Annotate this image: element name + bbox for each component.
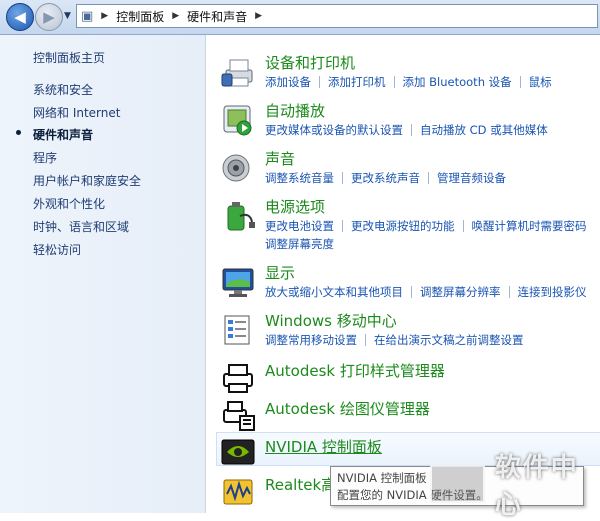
link-divider <box>342 172 343 184</box>
breadcrumb-hardware-sound[interactable]: 硬件和声音 <box>187 8 247 25</box>
autoplay-cd-link[interactable]: 自动播放 CD 或其他媒体 <box>420 122 548 138</box>
autoplay-icon[interactable] <box>220 102 256 138</box>
nav-hardware-sound[interactable]: 硬件和声音 <box>33 126 93 143</box>
printer-icon[interactable] <box>220 54 256 90</box>
autodesk-print-style-icon[interactable] <box>220 360 256 396</box>
breadcrumb-arrow-icon[interactable]: ▶ <box>255 11 262 21</box>
back-button[interactable]: ◀ <box>6 3 34 31</box>
display-links: 放大或缩小文本和其他项目 调整屏幕分辨率 连接到投影仪 <box>265 284 587 300</box>
left-navigation-pane: 控制面板主页 系统和安全 网络和 Internet 硬件和声音 程序 用户帐户和… <box>0 35 206 513</box>
breadcrumb-arrow-icon[interactable]: ▶ <box>172 11 179 21</box>
power-options-title[interactable]: 电源选项 <box>265 196 325 217</box>
media-defaults-link[interactable]: 更改媒体或设备的默认设置 <box>265 122 403 138</box>
autodesk-print-style-title[interactable]: Autodesk 打印样式管理器 <box>265 360 445 381</box>
display-title[interactable]: 显示 <box>265 262 295 283</box>
nav-clock-region[interactable]: 时钟、语言和区域 <box>33 218 129 235</box>
autoplay-title[interactable]: 自动播放 <box>265 100 325 121</box>
screen-brightness-link[interactable]: 调整屏幕亮度 <box>265 236 334 252</box>
nav-programs[interactable]: 程序 <box>33 149 57 166</box>
adjust-volume-link[interactable]: 调整系统音量 <box>265 170 334 186</box>
address-toolbar: ◀ ▶ ▼ ▣ ▶ 控制面板 ▶ 硬件和声音 ▶ <box>0 0 600 35</box>
link-divider <box>462 220 464 232</box>
monitor-icon[interactable] <box>220 264 256 300</box>
manage-audio-link[interactable]: 管理音频设备 <box>437 170 506 186</box>
address-bar[interactable]: ▣ ▶ 控制面板 ▶ 硬件和声音 ▶ <box>76 4 598 28</box>
link-divider <box>411 286 412 298</box>
tooltip-description: 配置您的 NVIDIA 硬件设置。 <box>337 488 488 502</box>
control-panel-icon: ▣ <box>81 8 94 24</box>
link-divider <box>319 76 320 88</box>
link-divider <box>519 76 521 88</box>
link-divider <box>411 124 412 136</box>
nav-network-internet[interactable]: 网络和 Internet <box>33 104 120 121</box>
devices-printers-title[interactable]: 设备和打印机 <box>265 52 355 73</box>
link-divider <box>393 76 395 88</box>
power-button-link[interactable]: 更改电源按钮的功能 <box>351 218 455 234</box>
nav-ease-of-access[interactable]: 轻松访问 <box>33 241 81 258</box>
control-panel-home-link[interactable]: 控制面板主页 <box>33 49 105 66</box>
mobility-center-icon[interactable] <box>220 312 256 348</box>
sound-title[interactable]: 声音 <box>265 148 295 169</box>
nvidia-title[interactable]: NVIDIA 控制面板 <box>265 436 382 457</box>
mobility-center-links: 调整常用移动设置 在给出演示文稿之前调整设置 <box>265 332 524 348</box>
add-device-link[interactable]: 添加设备 <box>265 74 311 90</box>
recent-pages-dropdown-icon[interactable]: ▼ <box>64 11 71 21</box>
mobility-settings-link[interactable]: 调整常用移动设置 <box>265 332 357 348</box>
autodesk-plotter-icon[interactable] <box>220 398 256 434</box>
power-options-links-2: 调整屏幕亮度 <box>265 236 334 252</box>
battery-settings-link[interactable]: 更改电池设置 <box>265 218 334 234</box>
text-size-link[interactable]: 放大或缩小文本和其他项目 <box>265 284 403 300</box>
link-divider <box>342 220 343 232</box>
link-divider <box>508 286 510 298</box>
presentation-settings-link[interactable]: 在给出演示文稿之前调整设置 <box>374 332 524 348</box>
forward-button[interactable]: ▶ <box>35 3 63 31</box>
add-bluetooth-link[interactable]: 添加 Bluetooth 设备 <box>403 74 512 90</box>
speaker-icon[interactable] <box>220 150 256 186</box>
link-divider <box>365 334 366 346</box>
breadcrumb-control-panel[interactable]: 控制面板 <box>116 8 164 25</box>
mouse-link[interactable]: 鼠标 <box>529 74 552 90</box>
wake-password-link[interactable]: 唤醒计算机时需要密码 <box>472 218 587 234</box>
connect-projector-link[interactable]: 连接到投影仪 <box>518 284 587 300</box>
breadcrumb-arrow-icon[interactable]: ▶ <box>101 11 108 21</box>
nav-user-accounts[interactable]: 用户帐户和家庭安全 <box>33 172 141 189</box>
battery-icon[interactable] <box>220 198 256 234</box>
nvidia-tooltip: NVIDIA 控制面板 配置您的 NVIDIA 硬件设置。 <box>330 466 584 506</box>
realtek-audio-icon[interactable] <box>220 474 256 510</box>
nav-appearance[interactable]: 外观和个性化 <box>33 195 105 212</box>
nvidia-icon[interactable] <box>220 434 256 470</box>
devices-printers-links: 添加设备 添加打印机 添加 Bluetooth 设备 鼠标 <box>265 74 552 90</box>
screen-resolution-link[interactable]: 调整屏幕分辨率 <box>420 284 501 300</box>
arrow-left-icon: ◀ <box>14 8 26 26</box>
tooltip-title: NVIDIA 控制面板 <box>337 471 427 485</box>
change-sounds-link[interactable]: 更改系统声音 <box>351 170 420 186</box>
add-printer-link[interactable]: 添加打印机 <box>328 74 386 90</box>
power-options-links: 更改电池设置 更改电源按钮的功能 唤醒计算机时需要密码 <box>265 218 587 234</box>
current-page-bullet <box>16 130 21 135</box>
nav-system-security[interactable]: 系统和安全 <box>33 81 93 98</box>
arrow-right-icon: ▶ <box>43 8 55 26</box>
realtek-title[interactable]: Realtek高 <box>265 474 336 495</box>
link-divider <box>428 172 429 184</box>
autoplay-links: 更改媒体或设备的默认设置 自动播放 CD 或其他媒体 <box>265 122 548 138</box>
sound-links: 调整系统音量 更改系统声音 管理音频设备 <box>265 170 506 186</box>
autodesk-plotter-title[interactable]: Autodesk 绘图仪管理器 <box>265 398 430 419</box>
mobility-center-title[interactable]: Windows 移动中心 <box>265 310 397 331</box>
